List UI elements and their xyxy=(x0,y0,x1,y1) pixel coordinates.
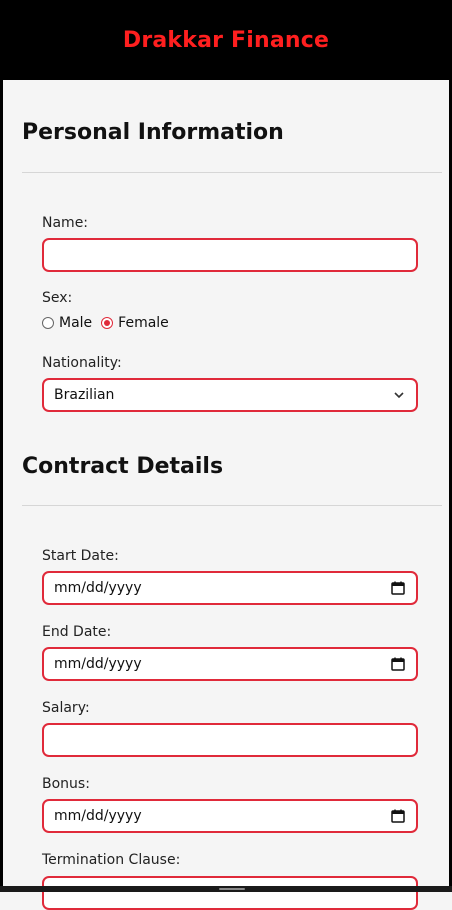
home-handle[interactable] xyxy=(219,888,245,890)
sex-label-female[interactable]: Female xyxy=(118,315,169,331)
app-header: Drakkar Finance xyxy=(0,0,452,80)
chevron-down-icon xyxy=(394,392,404,399)
start-date-value: mm/dd/yyyy xyxy=(54,580,142,596)
name-input[interactable] xyxy=(42,238,418,272)
name-label: Name: xyxy=(42,215,89,231)
end-date-label: End Date: xyxy=(42,624,112,640)
window-frame-left xyxy=(0,0,3,892)
start-date-input[interactable]: mm/dd/yyyy xyxy=(42,571,418,605)
sex-label: Sex: xyxy=(42,290,73,306)
salary-label: Salary: xyxy=(42,700,90,716)
calendar-icon[interactable] xyxy=(390,656,406,672)
sex-radio-group: Male Female xyxy=(42,315,178,331)
nationality-label: Nationality: xyxy=(42,355,122,371)
calendar-icon[interactable] xyxy=(390,580,406,596)
bonus-input[interactable]: mm/dd/yyyy xyxy=(42,799,418,833)
app-title: Drakkar Finance xyxy=(122,27,330,53)
sex-label-male[interactable]: Male xyxy=(59,315,92,331)
termination-clause-label: Termination Clause: xyxy=(42,852,181,868)
nationality-select[interactable]: Brazilian xyxy=(42,378,418,412)
end-date-input[interactable]: mm/dd/yyyy xyxy=(42,647,418,681)
calendar-icon[interactable] xyxy=(390,808,406,824)
nationality-value: Brazilian xyxy=(54,387,115,403)
section-divider xyxy=(22,505,442,506)
bonus-value: mm/dd/yyyy xyxy=(54,808,142,824)
termination-clause-input[interactable] xyxy=(42,876,418,910)
sex-radio-female[interactable] xyxy=(101,317,114,329)
start-date-label: Start Date: xyxy=(42,548,119,564)
sex-radio-male[interactable] xyxy=(42,317,54,329)
section-divider xyxy=(22,172,442,173)
section-title-contract: Contract Details xyxy=(22,454,224,479)
bonus-label: Bonus: xyxy=(42,776,90,792)
section-title-personal: Personal Information xyxy=(22,120,284,145)
end-date-value: mm/dd/yyyy xyxy=(54,656,142,672)
salary-input[interactable] xyxy=(42,723,418,757)
